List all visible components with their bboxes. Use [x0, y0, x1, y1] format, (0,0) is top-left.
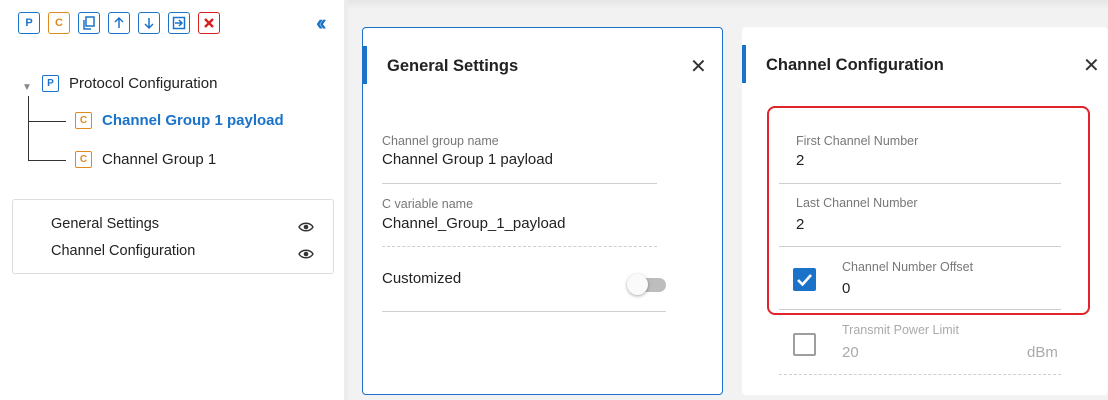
card-title: Channel Configuration	[766, 56, 944, 74]
copy-button[interactable]	[78, 12, 100, 34]
eye-icon[interactable]	[298, 246, 314, 262]
delete-x-icon	[204, 18, 214, 28]
tree-connector	[28, 121, 66, 122]
collapse-panel-button[interactable]: ‹‹	[316, 10, 326, 36]
outline-item-channel-configuration[interactable]: Channel Configuration	[51, 243, 195, 259]
move-up-button[interactable]	[108, 12, 130, 34]
tree-connector	[28, 160, 66, 161]
field-underline	[779, 374, 1061, 375]
unit-label: dBm	[1027, 344, 1058, 361]
arrow-down-icon	[144, 18, 154, 30]
customized-label: Customized	[382, 270, 462, 287]
channel-group-name-field[interactable]: Channel Group 1 payload	[382, 151, 553, 168]
field-label: C variable name	[382, 197, 474, 211]
general-settings-card: General Settings ✕ Channel group name Ch…	[362, 27, 723, 395]
field-underline	[382, 183, 657, 184]
outline-item-general-settings[interactable]: General Settings	[51, 216, 159, 232]
field-underline	[382, 311, 666, 312]
protocol-badge-icon: P	[42, 75, 59, 92]
tree-node-channel-group-1[interactable]: C Channel Group 1	[75, 151, 216, 168]
eye-icon[interactable]	[298, 219, 314, 235]
copy-icon	[83, 16, 95, 30]
tree-node-label: Channel Group 1	[102, 151, 217, 168]
c-variable-name-field[interactable]: Channel_Group_1_payload	[382, 215, 565, 232]
red-highlight-box	[767, 106, 1090, 315]
double-chevron-left-icon: ‹‹	[316, 10, 326, 35]
top-shadow	[348, 0, 1108, 10]
channel-badge-icon: C	[75, 112, 92, 129]
move-down-button[interactable]	[138, 12, 160, 34]
add-channel-group-button[interactable]: C	[48, 12, 70, 34]
field-label: Channel group name	[382, 134, 499, 148]
add-protocol-button[interactable]: P	[18, 12, 40, 34]
transmit-power-limit-field[interactable]: 20	[842, 344, 859, 361]
tree-node-label: Channel Group 1 payload	[102, 112, 284, 129]
card-accent	[363, 46, 367, 84]
card-accent	[742, 45, 746, 83]
section-outline	[12, 199, 334, 274]
tree-node-channel-group-1-payload[interactable]: C Channel Group 1 payload	[75, 112, 284, 129]
card-title: General Settings	[387, 57, 519, 75]
toolbar: P C	[18, 12, 220, 36]
channel-badge-icon: C	[75, 151, 92, 168]
tree-node-label: Protocol Configuration	[69, 75, 218, 92]
import-button[interactable]	[168, 12, 190, 34]
transmit-power-limit-checkbox[interactable]	[793, 333, 816, 356]
close-icon[interactable]: ✕	[690, 54, 707, 79]
field-label: Transmit Power Limit	[842, 323, 959, 337]
delete-button[interactable]	[198, 12, 220, 34]
field-underline	[382, 246, 657, 247]
tree-connector	[28, 96, 29, 160]
tree-expand-caret-icon[interactable]: ▼	[22, 82, 32, 93]
close-icon[interactable]: ✕	[1083, 53, 1100, 78]
tree-node-protocol-configuration[interactable]: P Protocol Configuration	[42, 75, 217, 92]
arrow-up-icon	[114, 16, 124, 28]
add-protocol-label: P	[25, 17, 33, 29]
import-icon	[172, 16, 186, 30]
add-channel-group-label: C	[55, 17, 63, 29]
toggle-knob[interactable]	[627, 274, 648, 295]
left-panel: P C ‹‹ ▼ P Protocol Configuration C Chan…	[0, 0, 344, 400]
